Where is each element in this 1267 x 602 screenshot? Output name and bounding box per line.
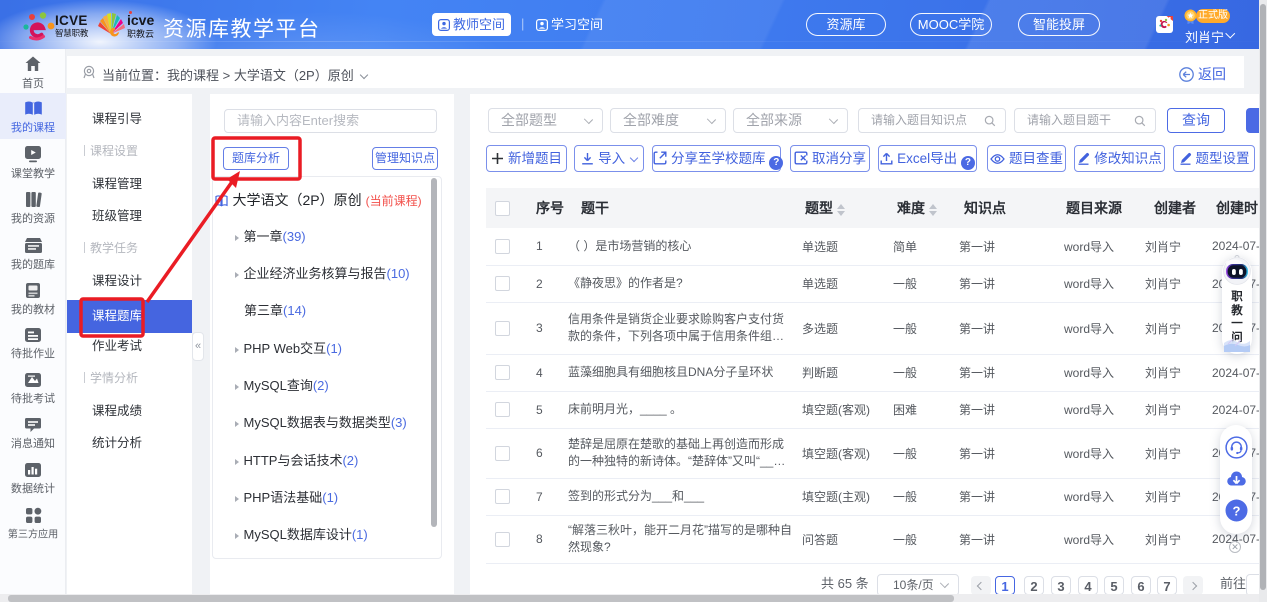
svg-text:?: ? bbox=[1233, 503, 1241, 518]
